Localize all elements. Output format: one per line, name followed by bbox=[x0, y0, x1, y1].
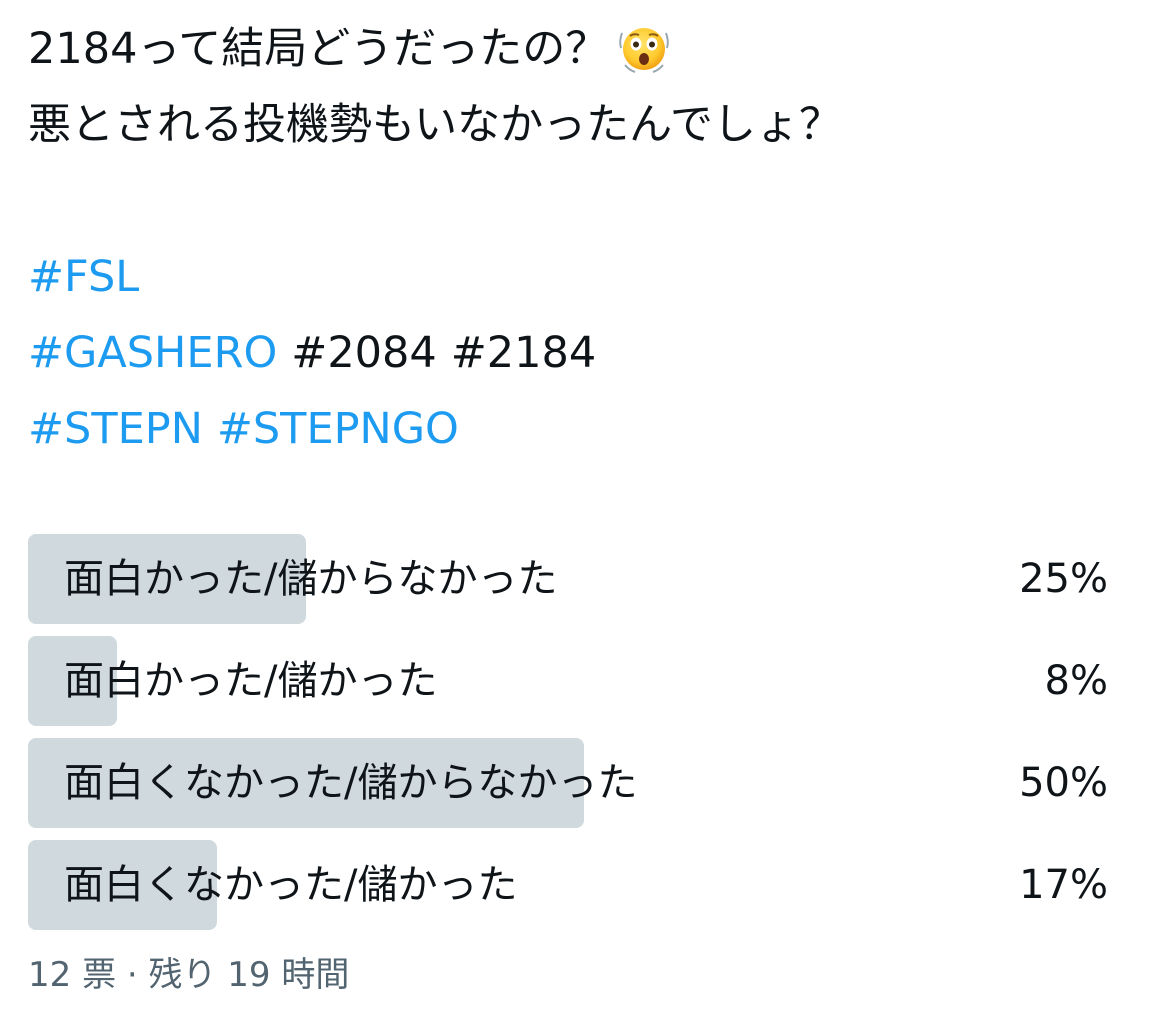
poll-option: 面白くなかった/儲かった 17% bbox=[28, 840, 1108, 930]
hashtag-line-3: #STEPN #STEPNGO bbox=[28, 402, 1108, 456]
poll-option-percent: 8% bbox=[1044, 658, 1108, 704]
poll-option-percent: 17% bbox=[1019, 862, 1108, 908]
tweet-text-line-1: 2184って結局どうだったの？ bbox=[28, 22, 1108, 76]
tweet-text-statement: 悪とされる投機勢もいなかったんでしょ？ bbox=[28, 100, 842, 150]
poll-option-label: 面白かった/儲かった bbox=[64, 658, 438, 704]
hashtag-2084: #2084 bbox=[291, 328, 437, 378]
poll-option: 面白かった/儲かった 8% bbox=[28, 636, 1108, 726]
poll-option-percent: 50% bbox=[1019, 760, 1108, 806]
astonished-face-icon bbox=[616, 21, 672, 77]
tweet-spacer bbox=[28, 152, 1108, 250]
hashtag-fsl[interactable]: #FSL bbox=[28, 250, 139, 304]
tweet-body: 2184って結局どうだったの？ 悪とされる投機勢もいなかったんでしょ？ #FSL… bbox=[28, 22, 1108, 456]
poll-option-label: 面白かった/儲からなかった bbox=[64, 556, 558, 602]
poll-option-label: 面白くなかった/儲かった bbox=[64, 862, 518, 908]
poll: 面白かった/儲からなかった 25% 面白かった/儲かった 8% 面白くなかった/… bbox=[28, 534, 1108, 942]
poll-option-percent: 25% bbox=[1019, 556, 1108, 602]
hashtag-stepn[interactable]: #STEPN bbox=[28, 402, 203, 456]
hashtag-2184: #2184 bbox=[450, 328, 597, 378]
tweet-text-question: 2184って結局どうだったの？ bbox=[28, 24, 609, 74]
poll-footer-votes-time: 12 票 · 残り 19 時間 bbox=[28, 955, 350, 995]
poll-option-label: 面白くなかった/儲からなかった bbox=[64, 760, 638, 806]
hashtag-line-1: #FSL bbox=[28, 250, 1108, 304]
poll-option: 面白くなかった/儲からなかった 50% bbox=[28, 738, 1108, 828]
tweet-text-line-2: 悪とされる投機勢もいなかったんでしょ？ bbox=[28, 98, 1108, 152]
hashtag-line-2: #GASHERO #2084 #2184 bbox=[28, 326, 1108, 380]
hashtag-gashero[interactable]: #GASHERO bbox=[28, 326, 277, 380]
poll-option: 面白かった/儲からなかった 25% bbox=[28, 534, 1108, 624]
hashtag-stepngo[interactable]: #STEPNGO bbox=[217, 402, 459, 456]
